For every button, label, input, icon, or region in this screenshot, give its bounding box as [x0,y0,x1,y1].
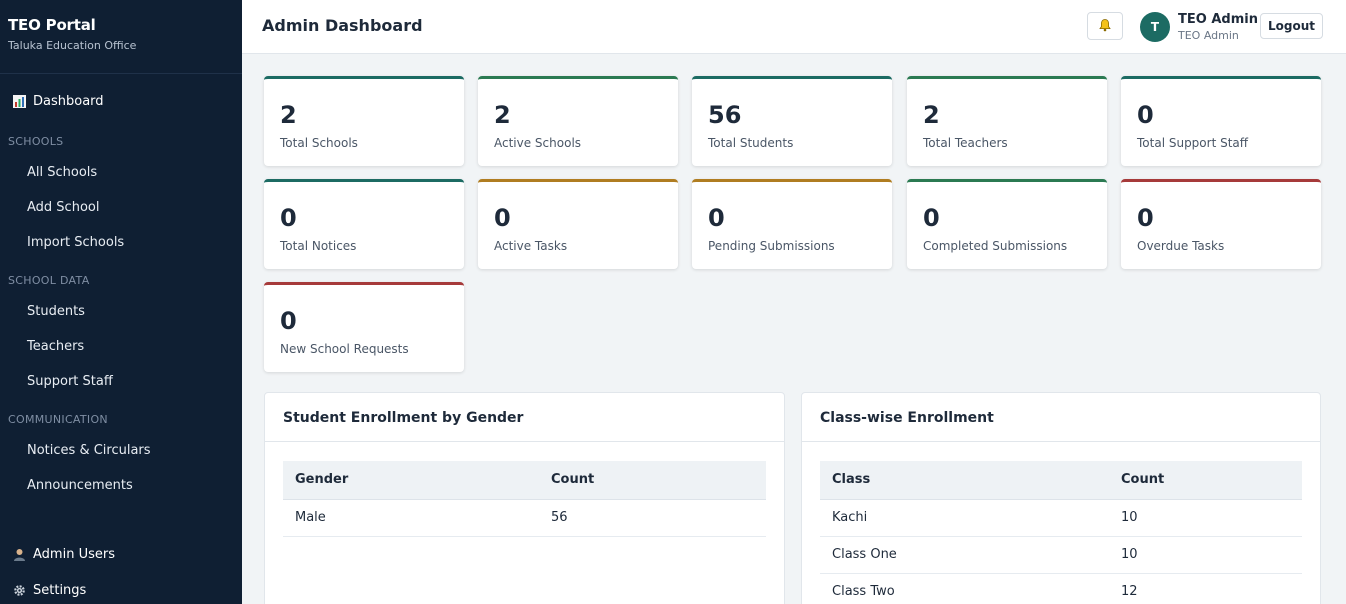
table-cell: 56 [539,499,766,537]
stat-label: Overdue Tasks [1137,239,1225,253]
stat-value: 0 [494,204,511,232]
stat-label: Total Notices [280,239,357,253]
table-row: Class One 10 [820,536,1302,574]
panel-title: Class-wise Enrollment [802,393,1320,442]
stat-label: Total Teachers [923,136,1008,150]
sidebar-item-label: Settings [33,583,87,598]
stat-value: 2 [494,101,511,129]
stat-card-completed-submissions: 0 Completed Submissions [907,179,1107,269]
stat-card-total-notices: 0 Total Notices [264,179,464,269]
stat-label: Active Schools [494,136,582,150]
column-header: Class [820,461,1109,500]
user-icon [13,548,26,561]
sidebar-item-import-schools[interactable]: Import Schools [27,235,124,250]
class-enrollment-table: Class Count Kachi 10 Class One 10 Class … [820,461,1302,604]
stat-label: Completed Submissions [923,239,1068,253]
table-header-row: Gender Count [283,461,766,500]
class-enrollment-panel: Class-wise Enrollment Class Count Kachi … [801,392,1321,604]
stat-card-pending-submissions: 0 Pending Submissions [692,179,892,269]
sidebar-item-admin-users[interactable]: Admin Users [13,547,115,562]
sidebar-item-label: Admin Users [33,547,115,562]
brand-subtitle: Taluka Education Office [8,39,137,52]
stat-value: 56 [708,101,742,129]
table-row: Male 56 [283,499,766,537]
gender-enrollment-table: Gender Count Male 56 [283,461,766,537]
sidebar-item-students[interactable]: Students [27,304,85,319]
stat-card-new-school-requests: 0 New School Requests [264,282,464,372]
table-header-row: Class Count [820,461,1302,500]
sidebar-item-settings[interactable]: Settings [13,583,86,598]
sidebar-item-teachers[interactable]: Teachers [27,339,84,354]
section-label-communication: COMMUNICATION [8,413,108,426]
sidebar-item-all-schools[interactable]: All Schools [27,165,97,180]
sidebar-item-label: Dashboard [33,94,104,109]
stat-card-active-tasks: 0 Active Tasks [478,179,678,269]
stat-label: Total Support Staff [1137,136,1249,150]
table-cell: Male [283,499,539,537]
stat-card-total-teachers: 2 Total Teachers [907,76,1107,166]
sidebar-item-announcements[interactable]: Announcements [27,478,133,493]
top-header: Admin Dashboard T TEO Admin TEO Admin Lo… [242,0,1346,54]
stat-value: 2 [923,101,940,129]
stat-card-total-support-staff: 0 Total Support Staff [1121,76,1321,166]
stat-label: New School Requests [280,342,409,356]
table-cell: 10 [1109,536,1302,574]
stat-label: Total Students [708,136,794,150]
stat-card-total-schools: 2 Total Schools [264,76,464,166]
stat-value: 0 [1137,204,1154,232]
bar-chart-icon [13,95,26,108]
table-cell: Class One [820,536,1109,574]
section-label-school-data: SCHOOL DATA [8,274,90,287]
stat-value: 0 [280,307,297,335]
brand-title: TEO Portal [8,16,96,34]
stat-label: Pending Submissions [708,239,835,253]
table-cell: 10 [1109,499,1302,537]
page-title: Admin Dashboard [262,16,423,35]
sidebar: TEO Portal Taluka Education Office Dashb… [0,0,242,604]
panel-title: Student Enrollment by Gender [265,393,784,442]
stat-value: 0 [280,204,297,232]
column-header: Count [539,461,766,500]
table-cell: Kachi [820,499,1109,537]
sidebar-item-add-school[interactable]: Add School [27,200,99,215]
table-cell: 12 [1109,573,1302,604]
gear-icon [13,584,26,597]
sidebar-item-notices[interactable]: Notices & Circulars [27,443,151,458]
stat-card-active-schools: 2 Active Schools [478,76,678,166]
brand: TEO Portal Taluka Education Office [0,0,242,74]
user-name: TEO Admin [1178,12,1258,27]
logout-button[interactable]: Logout [1260,13,1323,39]
column-header: Gender [283,461,539,500]
user-role: TEO Admin [1178,29,1239,42]
column-header: Count [1109,461,1302,500]
gender-enrollment-panel: Student Enrollment by Gender Gender Coun… [264,392,785,604]
avatar[interactable]: T [1140,12,1170,42]
table-row: Class Two 12 [820,573,1302,604]
stat-label: Active Tasks [494,239,568,253]
stat-card-overdue-tasks: 0 Overdue Tasks [1121,179,1321,269]
table-cell: Class Two [820,573,1109,604]
stat-value: 0 [923,204,940,232]
sidebar-item-dashboard[interactable]: Dashboard [13,94,104,109]
stat-value: 2 [280,101,297,129]
section-label-schools: SCHOOLS [8,135,64,148]
sidebar-item-support-staff[interactable]: Support Staff [27,374,113,389]
bell-icon [1098,18,1112,35]
stat-label: Total Schools [280,136,358,150]
stat-value: 0 [708,204,725,232]
notifications-button[interactable] [1087,12,1123,40]
stat-card-total-students: 56 Total Students [692,76,892,166]
stat-value: 0 [1137,101,1154,129]
table-row: Kachi 10 [820,499,1302,537]
